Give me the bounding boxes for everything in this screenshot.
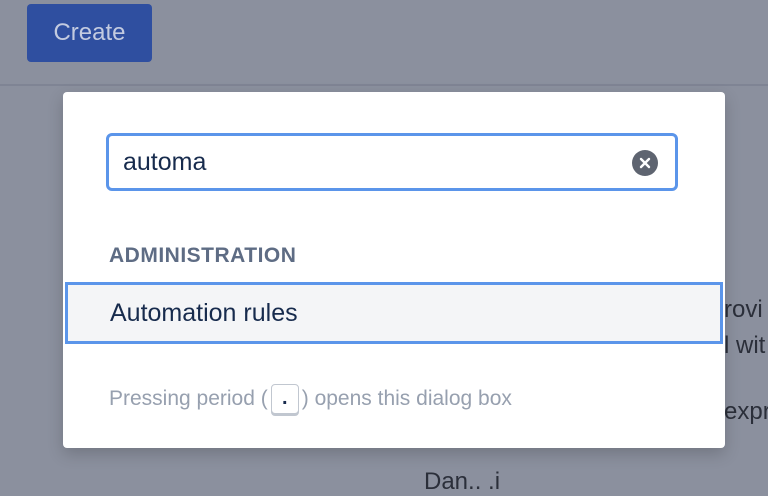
- keyboard-hint: Pressing period ( . ) opens this dialog …: [109, 384, 512, 414]
- hint-text-before: Pressing period (: [109, 387, 268, 410]
- result-item[interactable]: Automation rules: [65, 282, 723, 344]
- search-input[interactable]: [123, 136, 623, 188]
- period-key: .: [270, 384, 299, 414]
- hint-text-after: ) opens this dialog box: [301, 387, 512, 410]
- result-label: Automation rules: [110, 299, 298, 327]
- search-dialog: ADMINISTRATION Automation rules Pressing…: [63, 92, 725, 448]
- section-heading: ADMINISTRATION: [109, 244, 297, 267]
- create-button[interactable]: Create: [27, 4, 152, 62]
- background-text: expr: [724, 398, 768, 425]
- search-field: [106, 133, 678, 191]
- clear-icon[interactable]: [632, 150, 658, 176]
- background-text: l wit: [724, 332, 766, 359]
- background-text: rovi: [724, 296, 763, 323]
- top-navigation: Create: [0, 0, 768, 86]
- background-text: Dan.. .i: [424, 468, 501, 495]
